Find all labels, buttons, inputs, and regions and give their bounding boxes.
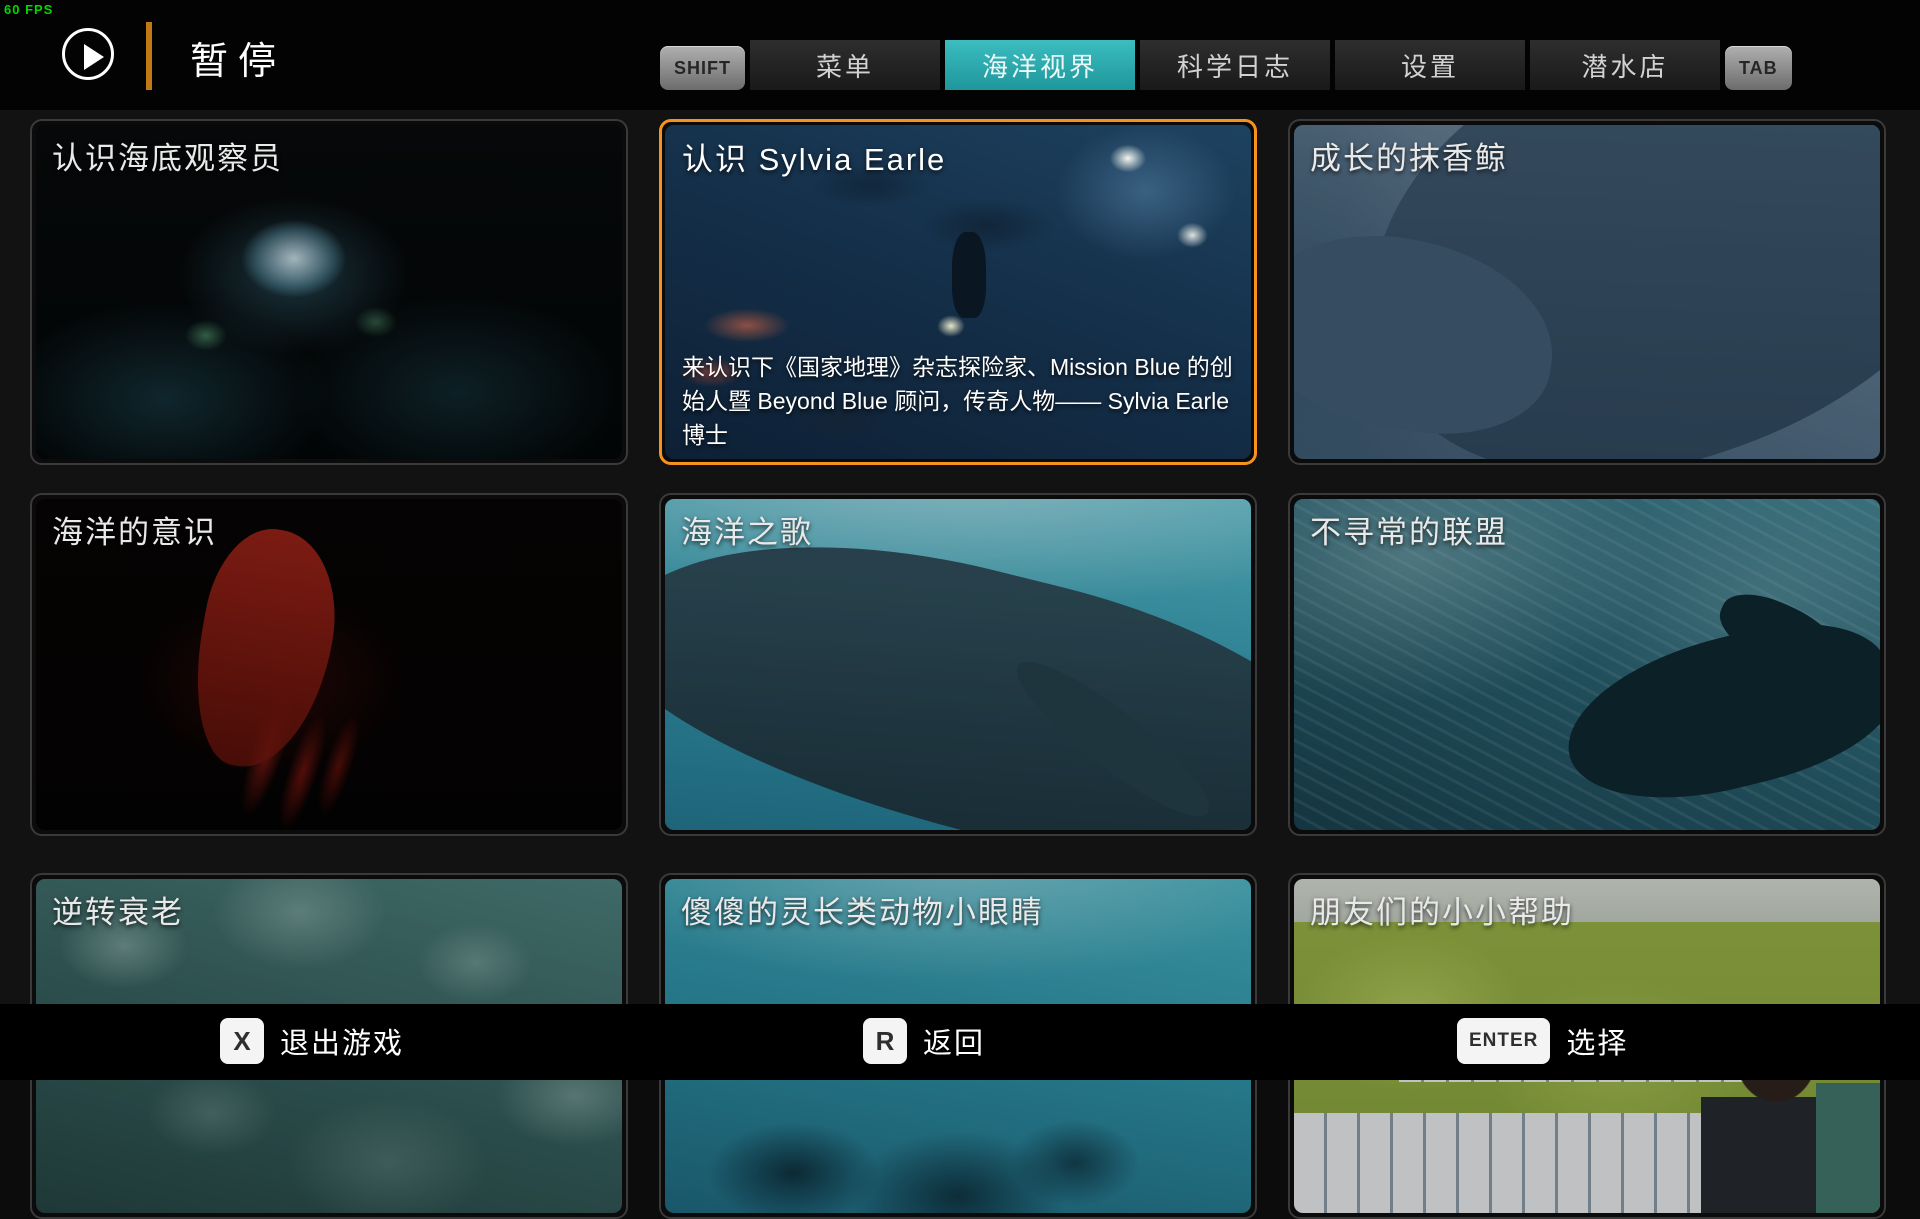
play-triangle-icon bbox=[84, 44, 104, 70]
back-action: R 返回 bbox=[863, 1018, 985, 1064]
video-title: 海洋之歌 bbox=[681, 507, 1235, 552]
video-card[interactable]: 海洋之歌 bbox=[659, 493, 1257, 836]
key-x: X bbox=[220, 1018, 264, 1064]
video-title: 认识 Sylvia Earle bbox=[682, 134, 1234, 179]
fps-counter: 60 FPS bbox=[4, 2, 53, 17]
key-r: R bbox=[863, 1018, 907, 1064]
video-card-selected[interactable]: 认识 Sylvia Earle 来认识下《国家地理》杂志探险家、Mission … bbox=[659, 119, 1257, 465]
video-title: 不寻常的联盟 bbox=[1310, 507, 1864, 552]
tab-menu[interactable]: 菜单 bbox=[750, 40, 940, 90]
exit-game-action: X 退出游戏 bbox=[220, 1018, 404, 1064]
tab-settings[interactable]: 设置 bbox=[1335, 40, 1525, 90]
tab-dive-shop[interactable]: 潜水店 bbox=[1530, 40, 1720, 90]
select-action: ENTER 选择 bbox=[1457, 1018, 1628, 1064]
pause-screen: 60 FPS 暂停 SHIFT 菜单 海洋视界 科学日志 设置 潜水店 TAB … bbox=[0, 0, 1920, 1080]
video-title: 成长的抹香鲸 bbox=[1310, 133, 1864, 178]
video-title: 认识海底观察员 bbox=[52, 133, 606, 178]
action-label: 返回 bbox=[923, 1020, 985, 1062]
footer-bar: X 退出游戏 R 返回 ENTER 选择 bbox=[0, 1004, 1920, 1080]
video-title: 海洋的意识 bbox=[52, 507, 606, 552]
video-title: 逆转衰老 bbox=[52, 887, 606, 932]
tab-bar: SHIFT 菜单 海洋视界 科学日志 设置 潜水店 TAB bbox=[660, 40, 1792, 90]
video-title: 朋友们的小小帮助 bbox=[1310, 887, 1864, 932]
page-title: 暂停 bbox=[190, 30, 286, 85]
title-divider bbox=[146, 22, 152, 90]
video-card[interactable]: 认识海底观察员 bbox=[30, 119, 628, 465]
action-label: 选择 bbox=[1566, 1020, 1628, 1062]
shift-key-hint: SHIFT bbox=[660, 46, 745, 90]
action-label: 退出游戏 bbox=[280, 1020, 404, 1062]
play-icon bbox=[62, 28, 114, 80]
video-card[interactable]: 不寻常的联盟 bbox=[1288, 493, 1886, 836]
tab-science-log[interactable]: 科学日志 bbox=[1140, 40, 1330, 90]
top-bar: 60 FPS 暂停 SHIFT 菜单 海洋视界 科学日志 设置 潜水店 TAB bbox=[0, 0, 1920, 110]
video-title: 傻傻的灵长类动物小眼睛 bbox=[681, 887, 1235, 932]
video-card[interactable]: 海洋的意识 bbox=[30, 493, 628, 836]
key-enter: ENTER bbox=[1457, 1018, 1550, 1064]
tab-ocean-vision[interactable]: 海洋视界 bbox=[945, 40, 1135, 90]
video-card[interactable]: 成长的抹香鲸 bbox=[1288, 119, 1886, 465]
video-description: 来认识下《国家地理》杂志探险家、Mission Blue 的创始人暨 Beyon… bbox=[682, 350, 1238, 452]
tab-key-hint: TAB bbox=[1725, 46, 1792, 90]
